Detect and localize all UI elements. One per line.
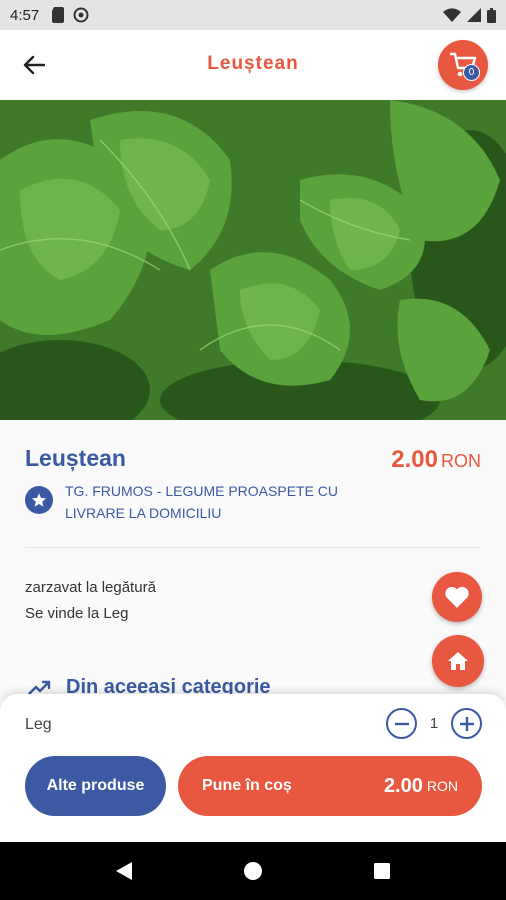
cart-total-currency: RON bbox=[426, 778, 458, 794]
status-time: 4:57 bbox=[10, 6, 40, 24]
quantity-stepper: 1 bbox=[386, 708, 482, 739]
decrease-quantity-button[interactable] bbox=[386, 708, 417, 739]
seller-link[interactable]: TG. FRUMOS - LEGUME PROASPETE CU LIVRARE… bbox=[25, 480, 375, 524]
star-icon bbox=[25, 486, 53, 514]
unit-label: Leg bbox=[25, 716, 52, 733]
heart-icon bbox=[445, 586, 469, 608]
sd-card-icon bbox=[52, 7, 65, 23]
triangle-back-icon bbox=[116, 862, 133, 880]
product-image bbox=[0, 100, 506, 420]
square-recents-icon bbox=[373, 863, 390, 879]
nav-recents-button[interactable] bbox=[362, 851, 402, 891]
product-description: zarzavat la legătură Se vinde la Leg bbox=[25, 575, 156, 627]
seller-name: TG. FRUMOS - LEGUME PROASPETE CU LIVRARE… bbox=[65, 483, 339, 521]
circle-home-icon bbox=[243, 862, 262, 880]
product-details: Leuștean 2.00 RON TG. FRUMOS - LEGUME PRO… bbox=[0, 420, 506, 700]
home-button[interactable] bbox=[432, 635, 484, 687]
status-bar: 4:57 bbox=[0, 0, 506, 30]
home-icon bbox=[448, 652, 468, 670]
description-line: Se vinde la Leg bbox=[25, 605, 129, 622]
signal-icon bbox=[467, 8, 481, 22]
cart-total: 2.00 bbox=[383, 774, 423, 797]
page-title: Leuștean bbox=[207, 53, 299, 74]
cart-count-badge: 0 bbox=[463, 64, 480, 81]
product-name: Leuștean bbox=[25, 445, 126, 471]
add-to-cart-label: Pune în coș bbox=[202, 777, 292, 794]
sync-icon bbox=[73, 7, 89, 23]
description-line: zarzavat la legătură bbox=[25, 579, 156, 596]
other-products-button[interactable]: Alte produse bbox=[25, 756, 166, 816]
price-currency: RON bbox=[441, 451, 481, 471]
nav-home-button[interactable] bbox=[233, 851, 273, 891]
system-nav-bar bbox=[0, 842, 506, 900]
favorite-button[interactable] bbox=[432, 572, 482, 622]
plus-icon bbox=[459, 716, 474, 731]
wifi-icon bbox=[443, 8, 461, 22]
battery-icon bbox=[487, 7, 496, 23]
order-panel: Leg 1 Alte produse Pune în coș 2.00 RON bbox=[0, 694, 506, 842]
app-bar: Leuștean 0 bbox=[0, 30, 506, 100]
product-price: 2.00 RON bbox=[391, 446, 481, 474]
quantity-value: 1 bbox=[429, 715, 439, 732]
cart-button[interactable]: 0 bbox=[438, 40, 488, 90]
price-value: 2.00 bbox=[391, 446, 438, 473]
nav-back-button[interactable] bbox=[104, 851, 144, 891]
add-to-cart-button[interactable]: Pune în coș 2.00 RON bbox=[178, 756, 482, 816]
increase-quantity-button[interactable] bbox=[451, 708, 482, 739]
divider bbox=[25, 547, 481, 548]
minus-icon bbox=[394, 722, 409, 725]
